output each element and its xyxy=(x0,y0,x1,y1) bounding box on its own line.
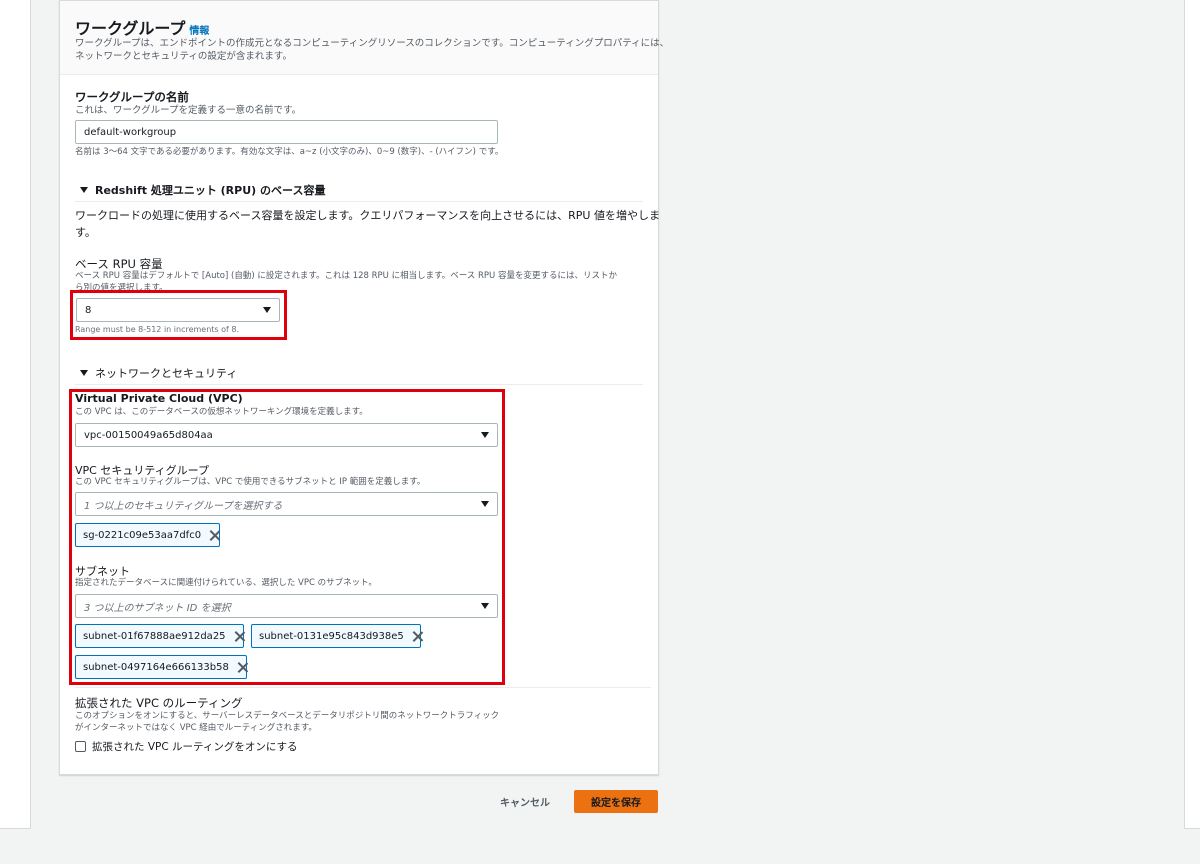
enhanced-vpc-checkbox[interactable] xyxy=(75,741,86,752)
vpc-description: この VPC は、このデータベースの仮想ネットワーキング環境を定義します。 xyxy=(75,407,368,417)
container-title: ワークグループ xyxy=(75,19,186,38)
rpu-range-hint: Range must be 8-512 in increments of 8. xyxy=(75,325,240,334)
divider xyxy=(75,384,643,385)
enhanced-vpc-label: 拡張された VPC のルーティング xyxy=(75,696,243,710)
divider xyxy=(75,687,651,688)
vpc-select[interactable]: vpc-00150049a65d804aa xyxy=(75,423,498,447)
container-description: ワークグループは、エンドポイントの作成元となるコンピューティングリソースのコレク… xyxy=(75,38,670,62)
enhanced-vpc-checkbox-row[interactable]: 拡張された VPC ルーティングをオンにする xyxy=(75,739,298,754)
base-rpu-select[interactable]: 8 xyxy=(76,298,280,322)
workgroup-name-description: これは、ワークグループを定義する一意の名前です。 xyxy=(75,105,302,116)
right-background-panel xyxy=(1184,0,1200,829)
dropdown-arrow-icon xyxy=(263,307,271,313)
workgroup-name-label: ワークグループの名前 xyxy=(75,90,189,104)
vpc-label: Virtual Private Cloud (VPC) xyxy=(75,392,243,405)
security-group-select[interactable]: 1 つ以上のセキュリティグループを選択する xyxy=(75,492,498,516)
subnet-select[interactable]: 3 つ以上のサブネット ID を選択 xyxy=(75,594,498,618)
remove-icon[interactable] xyxy=(234,631,243,642)
container-header: ワークグループ 情報 ワークグループは、エンドポイントの作成元となるコンピューテ… xyxy=(60,1,669,75)
save-settings-button[interactable]: 設定を保存 xyxy=(574,790,658,813)
workgroup-name-input[interactable]: default-workgroup xyxy=(75,120,498,144)
dropdown-arrow-icon xyxy=(481,603,489,609)
enhanced-vpc-description: このオプションをオンにすると、サーバーレスデータベースとデータリポジトリ間のネッ… xyxy=(75,711,500,733)
caret-down-icon xyxy=(80,370,88,376)
security-group-description: この VPC セキュリティグループは、VPC で使用できるサブネットと IP 範… xyxy=(75,477,426,487)
remove-icon[interactable] xyxy=(237,662,246,673)
security-group-token: sg-0221c09e53aa7dfc0 xyxy=(75,523,220,547)
subnet-token: subnet-0131e95c843d938e5 xyxy=(251,624,421,648)
caret-down-icon xyxy=(80,187,88,193)
rpu-section-toggle[interactable]: Redshift 処理ユニット (RPU) のベース容量 xyxy=(80,182,325,198)
subnet-token: subnet-0497164e666133b58 xyxy=(75,655,247,679)
network-section-toggle[interactable]: ネットワークとセキュリティ xyxy=(80,365,237,381)
enhanced-vpc-checkbox-label: 拡張された VPC ルーティングをオンにする xyxy=(92,741,298,753)
subnet-token: subnet-01f67888ae912da25 xyxy=(75,624,244,648)
workgroup-settings-container: ワークグループ 情報 ワークグループは、エンドポイントの作成元となるコンピューテ… xyxy=(59,0,669,775)
divider xyxy=(75,201,643,202)
workgroup-name-constraint: 名前は 3～64 文字である必要があります。有効な文字は、a~z (小文字のみ)… xyxy=(75,147,504,157)
subnet-description: 指定されたデータベースに関連付けられている、選択した VPC のサブネット。 xyxy=(75,578,377,588)
rpu-description: ワークロードの処理に使用するベース容量を設定します。クエリパフォーマンスを向上さ… xyxy=(75,209,660,239)
dropdown-arrow-icon xyxy=(481,432,489,438)
remove-icon[interactable] xyxy=(412,631,420,642)
remove-icon[interactable] xyxy=(209,530,219,541)
info-link[interactable]: 情報 xyxy=(189,22,209,37)
left-background-panel xyxy=(0,0,31,829)
cancel-button[interactable]: キャンセル xyxy=(490,789,560,813)
dropdown-arrow-icon xyxy=(481,501,489,507)
